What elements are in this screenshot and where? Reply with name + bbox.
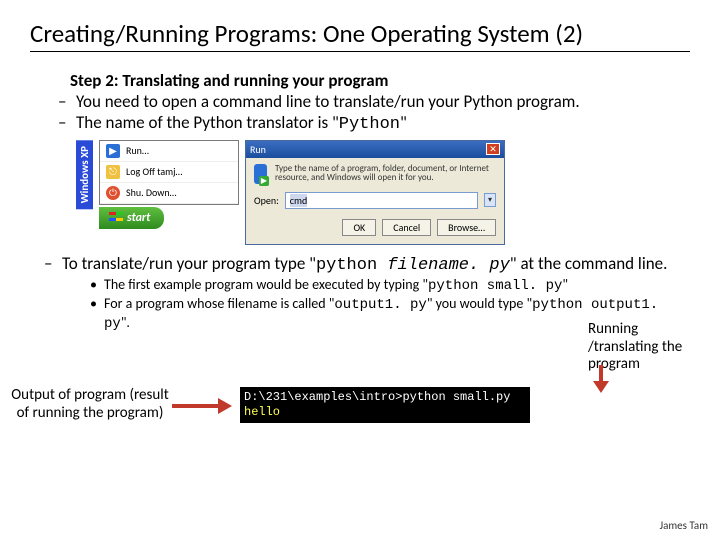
start-button: start bbox=[99, 207, 164, 229]
startmenu-logoff: ⎋ Log Off tamj… bbox=[100, 162, 238, 183]
shutdown-icon: ⏻ bbox=[106, 186, 120, 200]
start-menu-screenshot: ▶ Run… ⎋ Log Off tamj… ⏻ Shu. Down… star… bbox=[99, 140, 239, 229]
step-header: Step 2: Translating and running your pro… bbox=[70, 70, 690, 91]
close-icon: ✕ bbox=[486, 143, 500, 155]
browse-button: Browse… bbox=[437, 219, 496, 236]
bullet-dot-icon: • bbox=[90, 295, 104, 333]
bullet-run-command: – To translate/run your program type "py… bbox=[44, 253, 690, 276]
ok-button: OK bbox=[342, 219, 376, 236]
dash-icon: – bbox=[58, 91, 76, 112]
author-credit: James Tam bbox=[660, 519, 708, 532]
terminal-screenshot: D:\231\examples\intro>python small.py he… bbox=[240, 387, 530, 423]
bullet-open-cmd: – You need to open a command line to tra… bbox=[58, 91, 690, 112]
run-dialog-desc: Type the name of a program, folder, docu… bbox=[275, 164, 496, 184]
dash-icon: – bbox=[44, 253, 62, 276]
terminal-output: hello bbox=[244, 405, 526, 420]
bullet-dot-icon: • bbox=[90, 276, 104, 295]
sub-example-small: • The first example program would be exe… bbox=[90, 276, 690, 295]
terminal-prompt: D:\231\examples\intro> bbox=[244, 390, 402, 404]
annotation-output: Output of program (result of running the… bbox=[10, 387, 170, 422]
run-dialog-icon bbox=[254, 164, 267, 184]
dash-icon: – bbox=[58, 112, 76, 135]
startmenu-run: ▶ Run… bbox=[100, 141, 238, 162]
os-tag: Windows XP bbox=[76, 140, 93, 209]
open-label: Open: bbox=[254, 194, 279, 207]
logoff-icon: ⎋ bbox=[106, 165, 120, 179]
run-icon: ▶ bbox=[106, 144, 120, 158]
cancel-button: Cancel bbox=[382, 219, 431, 236]
open-field: cmd bbox=[285, 192, 478, 209]
bullet-translator-name: – The name of the Python translator is "… bbox=[58, 112, 690, 135]
slide-title: Creating/Running Programs: One Operating… bbox=[30, 18, 690, 52]
arrow-right-icon bbox=[172, 401, 232, 411]
terminal-cmd: python small.py bbox=[402, 390, 510, 404]
run-dialog-screenshot: Run ✕ Type the name of a program, folder… bbox=[245, 140, 505, 245]
arrow-down-icon bbox=[596, 365, 606, 393]
run-dialog-title: Run bbox=[250, 143, 266, 156]
chevron-down-icon: ▾ bbox=[484, 193, 496, 207]
startmenu-shutdown: ⏻ Shu. Down… bbox=[100, 183, 238, 204]
windows-flag-icon bbox=[109, 212, 123, 224]
screenshot-row: Windows XP ▶ Run… ⎋ Log Off tamj… ⏻ Shu.… bbox=[76, 140, 690, 245]
